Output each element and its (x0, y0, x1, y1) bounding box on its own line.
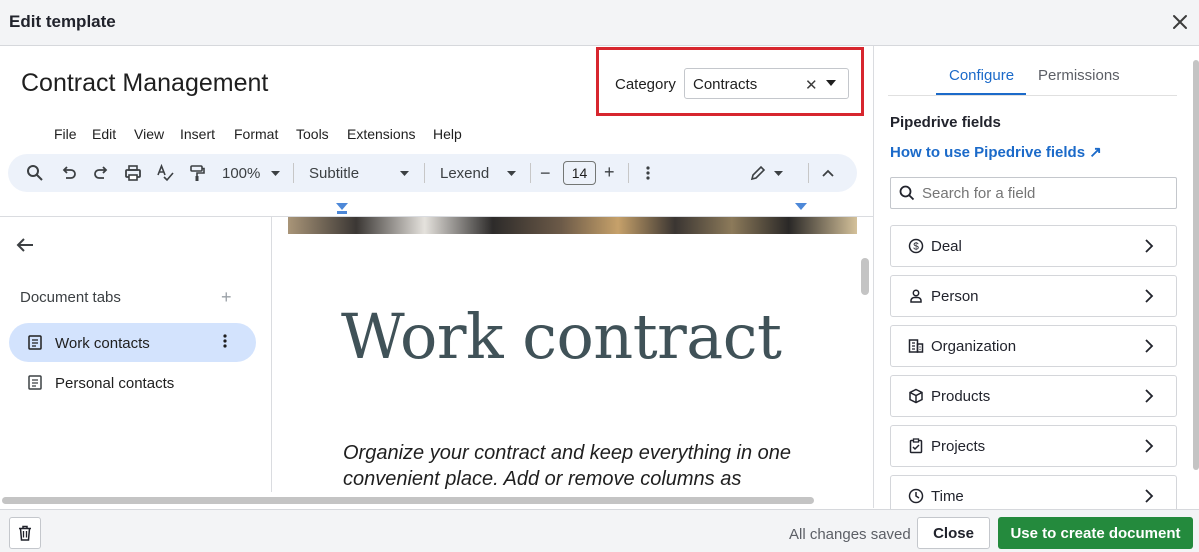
field-label: Deal (931, 238, 962, 255)
toolbar-divider (808, 163, 809, 183)
undo-icon[interactable] (60, 164, 78, 182)
zoom-select[interactable]: 100% (222, 165, 260, 182)
chevron-right-icon (1141, 238, 1157, 254)
pipedrive-fields-heading: Pipedrive fields (890, 114, 1001, 131)
field-label: Person (931, 288, 979, 305)
building-icon (908, 338, 924, 354)
clipboard-icon (908, 438, 924, 454)
category-value: Contracts (693, 76, 758, 93)
clock-icon (908, 488, 924, 504)
svg-text:$: $ (913, 242, 919, 253)
tabs-pane-divider (271, 217, 272, 492)
trash-icon (18, 525, 32, 541)
increase-font-size-button[interactable]: + (604, 162, 615, 183)
field-row-time[interactable]: Time (890, 475, 1177, 509)
font-select[interactable]: Lexend (440, 165, 489, 182)
document-horizontal-scrollbar[interactable] (2, 497, 814, 504)
tabs-divider (888, 95, 1177, 96)
first-line-indent-marker[interactable] (337, 211, 347, 214)
right-panel-scrollbar[interactable] (1193, 60, 1199, 470)
menu-format[interactable]: Format (234, 126, 278, 142)
search-icon (899, 185, 915, 201)
document-paragraph: Organize your contract and keep everythi… (343, 442, 792, 490)
person-icon (908, 288, 924, 304)
save-status: All changes saved (789, 526, 911, 543)
chevron-up-icon[interactable] (822, 169, 834, 177)
field-row-projects[interactable]: Projects (890, 425, 1177, 467)
menu-edit[interactable]: Edit (92, 126, 116, 142)
menu-extensions[interactable]: Extensions (347, 126, 415, 142)
document-icon (28, 375, 42, 390)
spellcheck-icon[interactable] (156, 164, 174, 182)
chevron-down-icon[interactable] (774, 171, 783, 176)
redo-icon[interactable] (92, 164, 110, 182)
category-label: Category (615, 76, 676, 93)
chevron-right-icon (1141, 438, 1157, 454)
document-tabs-label: Document tabs (20, 289, 121, 306)
document-title: Contract Management (21, 69, 269, 97)
chevron-right-icon (1141, 288, 1157, 304)
field-label: Products (931, 388, 991, 405)
document-vertical-scrollbar[interactable] (861, 258, 869, 295)
menu-file[interactable]: File (54, 126, 77, 142)
chevron-down-icon[interactable] (507, 171, 516, 176)
style-select[interactable]: Subtitle (309, 165, 359, 182)
modal-header (0, 0, 1199, 46)
more-vert-icon[interactable] (223, 334, 235, 352)
doc-tab-personal-contacts[interactable]: Personal contacts (55, 375, 174, 392)
left-indent-marker[interactable] (336, 203, 348, 210)
help-link[interactable]: How to use Pipedrive fields ↗ (890, 143, 1102, 161)
field-row-organization[interactable]: Organization (890, 325, 1177, 367)
doc-tab-label: Work contacts (55, 335, 150, 352)
menu-view[interactable]: View (134, 126, 164, 142)
chevron-right-icon (1141, 388, 1157, 404)
field-row-person[interactable]: Person (890, 275, 1177, 317)
menu-tools[interactable]: Tools (296, 126, 329, 142)
field-label: Projects (931, 438, 986, 455)
right-panel-divider (873, 46, 874, 508)
chevron-right-icon (1141, 488, 1157, 504)
tab-configure[interactable]: Configure (949, 67, 1014, 84)
category-clear-icon[interactable]: ✕ (805, 76, 818, 94)
edit-mode-icon[interactable] (749, 164, 767, 182)
more-vert-icon[interactable] (646, 166, 650, 180)
paint-format-icon[interactable] (188, 164, 206, 182)
decrease-font-size-button[interactable]: − (540, 163, 551, 184)
field-row-products[interactable]: Products (890, 375, 1177, 417)
toolbar-divider (628, 163, 629, 183)
chevron-down-icon[interactable] (271, 171, 280, 176)
toolbar-divider (424, 163, 425, 183)
chevron-down-icon[interactable] (400, 171, 409, 176)
modal-title: Edit template (9, 12, 116, 31)
active-tab-indicator (936, 93, 1026, 95)
toolbar-divider (293, 163, 294, 183)
menu-help[interactable]: Help (433, 126, 462, 142)
document-header-image (288, 217, 857, 234)
add-tab-button[interactable]: + (221, 287, 232, 308)
back-arrow-icon[interactable] (15, 235, 35, 255)
field-label: Organization (931, 338, 1017, 355)
search-icon[interactable] (26, 164, 44, 182)
use-to-create-document-button[interactable]: Use to create document (998, 517, 1193, 549)
dollar-icon: $ (908, 238, 924, 254)
field-search-input[interactable] (922, 185, 1162, 202)
right-indent-marker[interactable] (795, 203, 807, 210)
chevron-right-icon (1141, 338, 1157, 354)
tab-permissions[interactable]: Permissions (1038, 67, 1120, 84)
document-heading: Work contract (341, 300, 782, 373)
box-icon (908, 388, 924, 404)
close-icon[interactable] (1170, 12, 1190, 32)
menu-insert[interactable]: Insert (180, 126, 215, 142)
delete-button[interactable] (9, 517, 41, 549)
font-size-input[interactable]: 14 (563, 161, 596, 185)
toolbar-divider (530, 163, 531, 183)
close-button[interactable]: Close (917, 517, 990, 549)
print-icon[interactable] (124, 164, 142, 182)
document-icon (28, 335, 42, 350)
field-label: Time (931, 488, 964, 505)
chevron-down-icon[interactable] (826, 80, 836, 86)
field-row-deal[interactable]: $ Deal (890, 225, 1177, 267)
